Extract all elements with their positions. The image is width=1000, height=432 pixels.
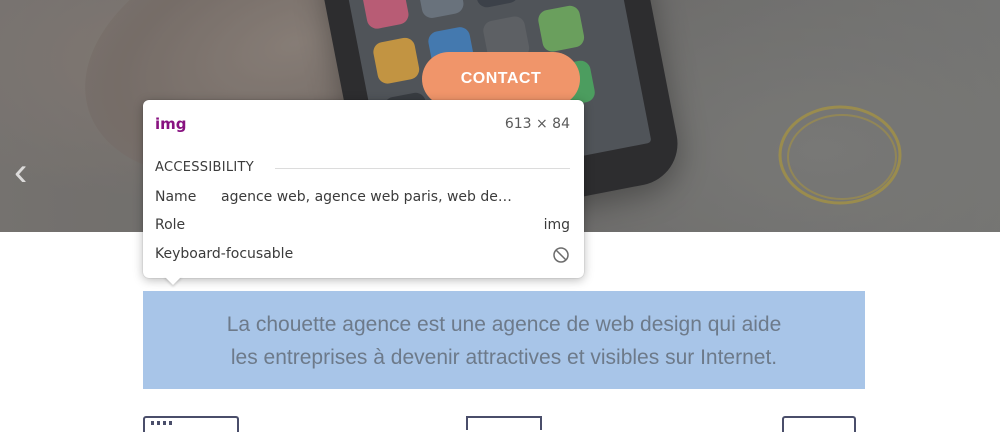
agency-tagline: La chouette agence est une agence de web… [143, 308, 865, 374]
carousel-prev-arrow-icon[interactable]: ‹ [14, 150, 42, 194]
tagline-line-2: les entreprises à devenir attractives et… [230, 346, 778, 369]
tooltip-element-size: 613 × 84 [504, 116, 570, 132]
tooltip-divider [275, 168, 570, 169]
tooltip-row-name: Name agence web, agence web paris, web d… [155, 189, 570, 209]
feature-icon-middle [466, 416, 542, 432]
tooltip-row-label: Keyboard-focusable [155, 246, 294, 262]
devtools-inspect-tooltip: img 613 × 84 ACCESSIBILITY Name agence w… [143, 100, 584, 278]
tooltip-caret [164, 276, 182, 285]
not-allowed-icon [553, 247, 569, 263]
tooltip-row-value: img [543, 217, 570, 233]
tooltip-row-label: Role [155, 217, 186, 233]
tooltip-row-role: Role img [155, 217, 570, 237]
feature-icon-right [782, 416, 856, 432]
tooltip-row-label: Name [155, 189, 197, 205]
feature-icon-left [143, 416, 239, 432]
tooltip-section-title: ACCESSIBILITY [155, 160, 254, 175]
contact-button[interactable]: CONTACT [422, 52, 580, 106]
tooltip-row-value: agence web, agence web paris, web de… [221, 189, 512, 205]
tagline-line-1: La chouette agence est une agence de web… [226, 313, 782, 336]
tooltip-tag-name: img [155, 115, 187, 133]
tooltip-row-keyboard-focusable: Keyboard-focusable [155, 246, 570, 266]
